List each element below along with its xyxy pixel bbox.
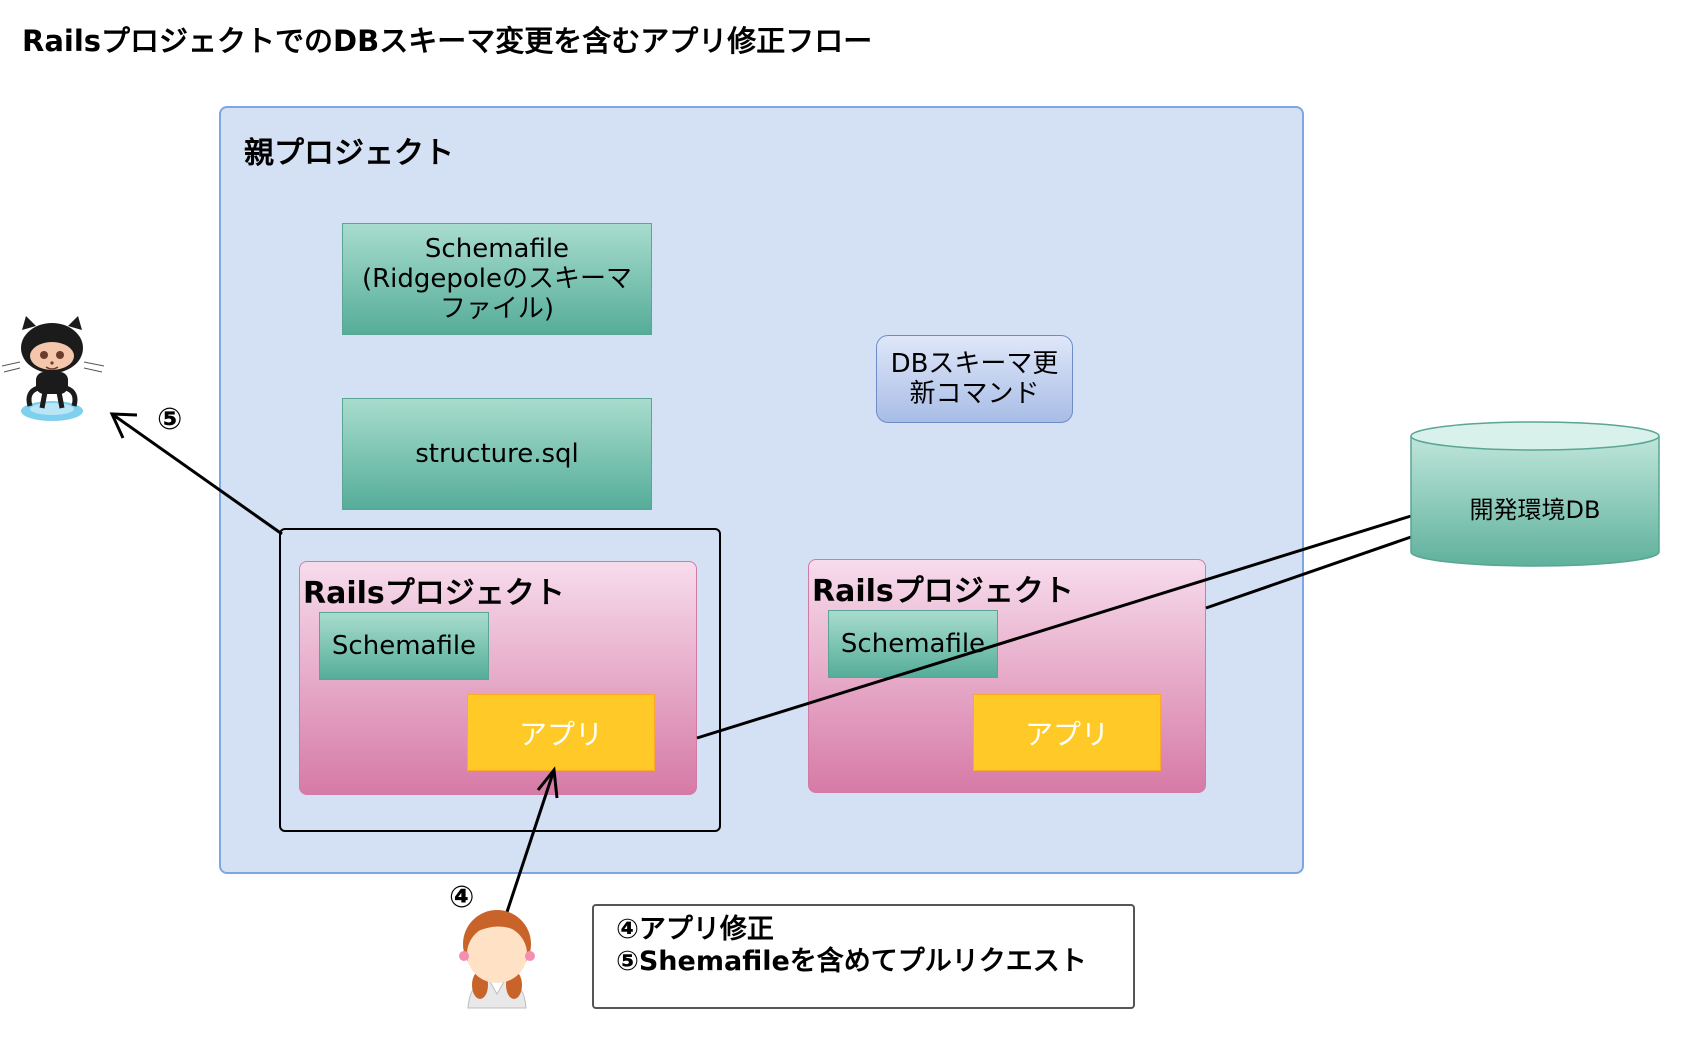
github-octocat-icon	[1, 316, 105, 421]
developer-person-icon	[459, 910, 535, 1009]
arrow-step5	[109, 412, 283, 536]
step4-marker: ④	[449, 880, 475, 915]
legend-note-box: ④アプリ修正 ⑤Shemafileを含めてプルリクエスト	[592, 904, 1135, 1009]
step5-marker: ⑤	[157, 402, 183, 437]
database-label: 開発環境DB	[1469, 496, 1601, 524]
app-to-db-line	[696, 514, 1412, 740]
legend-note-line2: ⑤Shemafileを含めてプルリクエスト	[616, 946, 1087, 977]
legend-note-line1: ④アプリ修正	[616, 914, 774, 945]
arrow-step4	[503, 766, 559, 919]
